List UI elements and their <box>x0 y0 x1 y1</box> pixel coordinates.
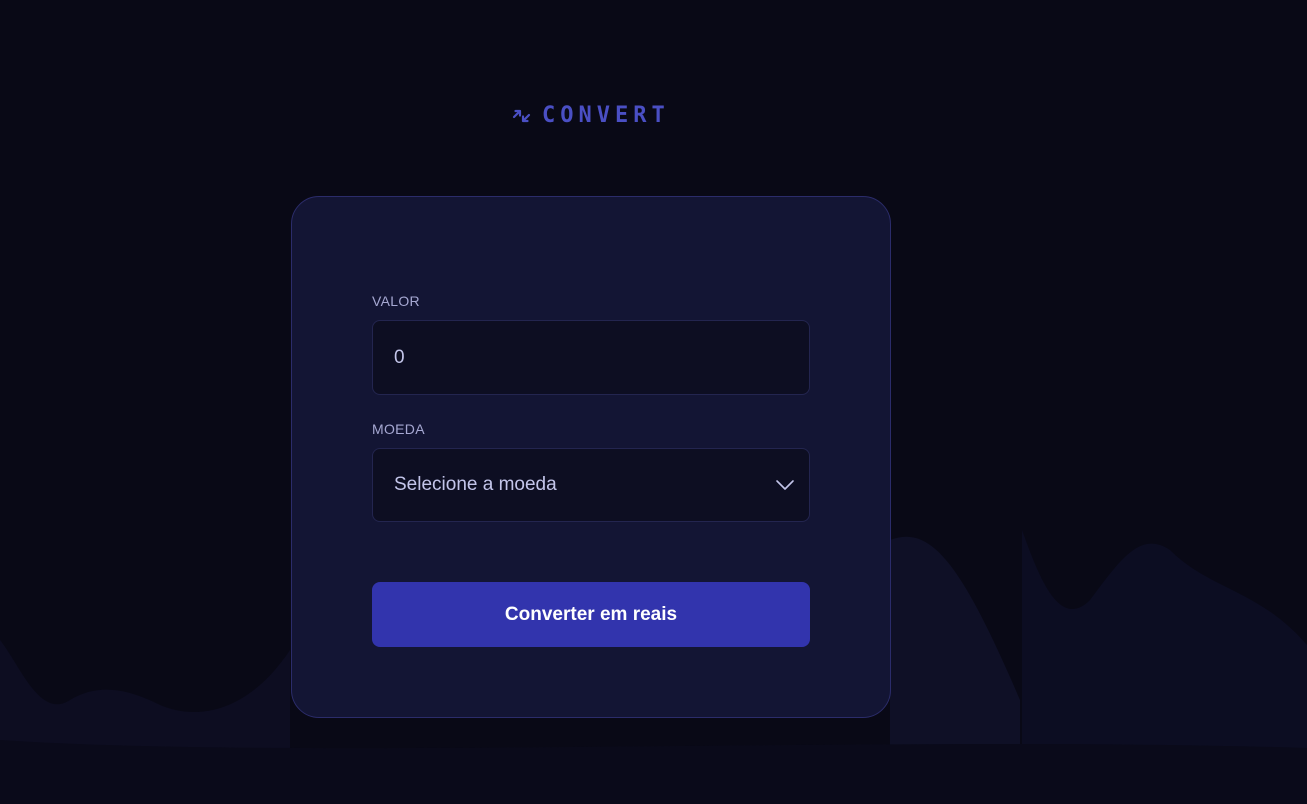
currency-select-text: Selecione a moeda <box>394 474 557 495</box>
convert-button[interactable]: Converter em reais <box>372 582 810 647</box>
logo-text: CONVERT <box>542 103 670 128</box>
value-label: VALOR <box>372 293 420 309</box>
currency-select[interactable]: Selecione a moeda <box>372 448 810 522</box>
chevron-down-icon <box>776 480 794 490</box>
app-logo: CONVERT <box>511 103 670 128</box>
converter-card: VALOR 0 MOEDA Selecione a moeda Converte… <box>291 196 891 718</box>
arrows-exchange-icon <box>512 109 531 122</box>
value-input[interactable]: 0 <box>372 320 810 395</box>
value-input-text: 0 <box>394 346 405 368</box>
currency-label: MOEDA <box>372 421 425 437</box>
